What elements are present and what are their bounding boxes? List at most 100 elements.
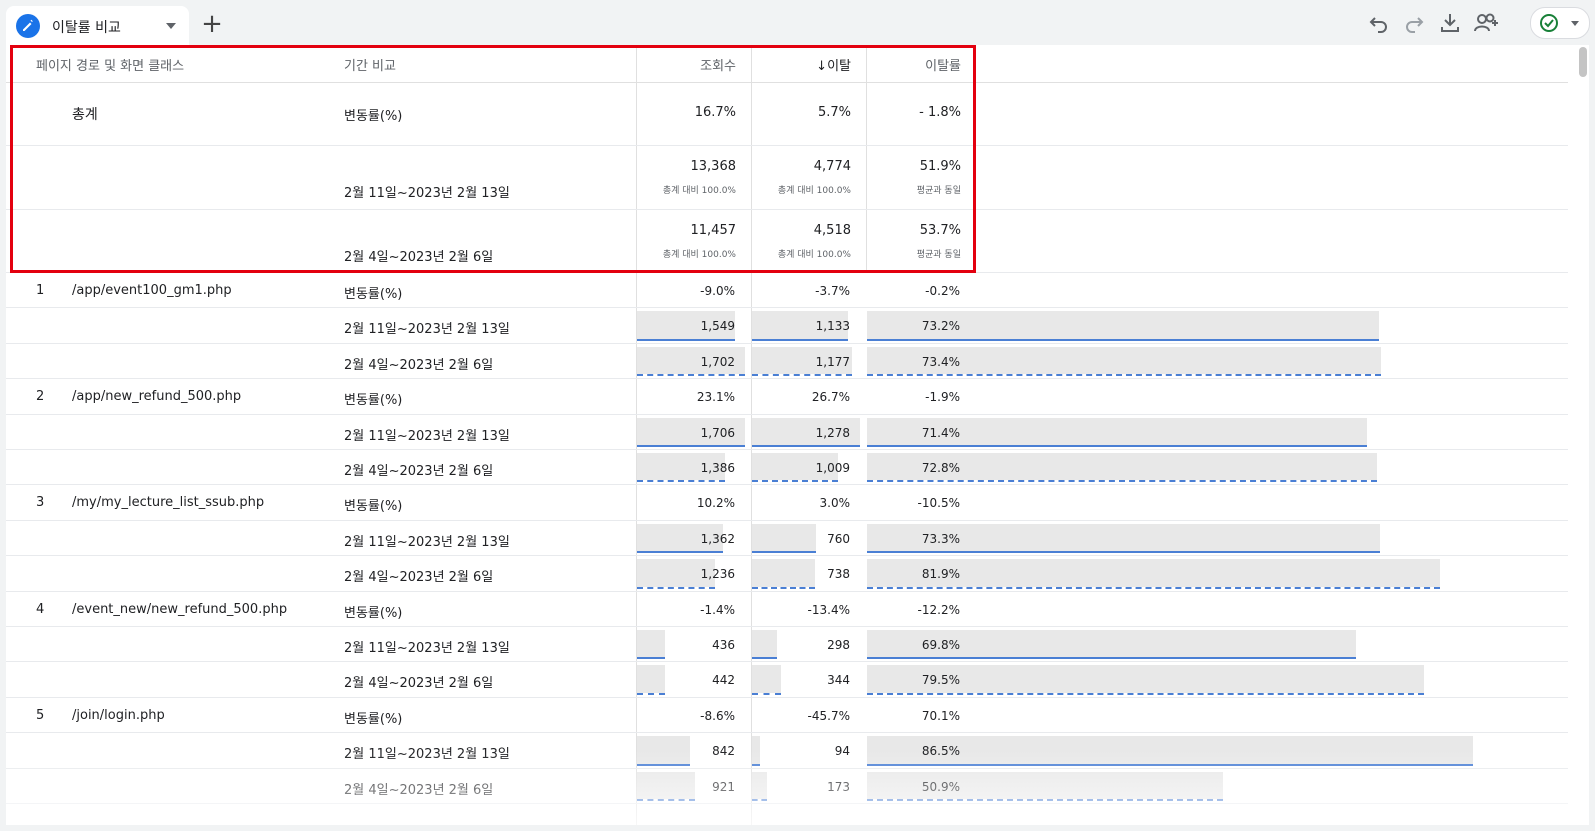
bounce-rate-bar-underline (867, 586, 1441, 589)
table-row: 2월 11일~2023년 2월 13일 842 94 86.5% (6, 733, 1568, 769)
row-index: 5 (36, 707, 45, 723)
bounce-rate-bar-underline (867, 692, 1424, 695)
download-icon[interactable] (1437, 10, 1463, 36)
status-dropdown[interactable] (1530, 7, 1590, 39)
bounces-bar-underline (752, 551, 817, 554)
bounce-rate-bar-underline (867, 480, 1377, 483)
views-bar-underline (637, 763, 691, 766)
totals-bounce-rate: 51.9% (919, 159, 961, 174)
row-index: 3 (36, 495, 45, 511)
bounce-rate-bar-underline (867, 551, 1381, 554)
bounce-rate-value: 50.9% (921, 779, 960, 794)
bounces-value: 1,009 (815, 461, 850, 475)
table-row: 3/my/my_lecture_list_ssub.php 변동률(%) 10.2%… (6, 485, 1568, 521)
bounce-rate-bar-underline (867, 444, 1367, 447)
table-row: 4/event_new/new_refund_500.php 변동률(%) -1.4… (6, 592, 1568, 627)
views-value: -9.0% (700, 284, 735, 298)
header-period[interactable]: 기간 비교 (344, 55, 396, 74)
views-value: -8.6% (700, 708, 735, 723)
bounces-bar-underline (752, 444, 861, 447)
bounces-value: 1,133 (815, 319, 850, 334)
views-bar-underline (637, 374, 746, 377)
period-label: 2월 4일~2023년 2월 6일 (344, 464, 494, 479)
bounces-value: 26.7% (811, 390, 850, 405)
header-bounce-rate[interactable]: 이탈률 (866, 55, 961, 74)
period-label: 변동률(%) (344, 109, 403, 124)
plus-icon[interactable]: + (200, 11, 224, 37)
bounces-value: -45.7% (807, 708, 850, 723)
table-row: 5/join/login.php 변동률(%) -8.6% -45.7% 70.1% (6, 698, 1568, 734)
report-table-panel: 페이지 경로 및 화면 클래스 기간 비교 조회수 ↓이탈 이탈률 총계 변동률… (6, 45, 1589, 825)
totals-views: 13,368 (690, 159, 737, 174)
header-bounces[interactable]: ↓이탈 (751, 55, 851, 74)
period-label: 2월 4일~2023년 2월 6일 (344, 570, 494, 586)
bounces-bar-underline (752, 798, 767, 801)
redo-icon[interactable] (1401, 10, 1427, 36)
bounces-bar-underline (752, 692, 782, 695)
bounces-value: 344 (827, 673, 850, 688)
totals-bounces-share: 총계 대비 100.0% (777, 186, 851, 196)
bounces-value: -3.7% (815, 284, 850, 298)
table-row: 2월 4일~2023년 2월 6일 1,702 1,177 73.4% (6, 344, 1568, 380)
check-circle-icon (1539, 13, 1559, 37)
totals-bounces: 4,518 (813, 223, 851, 238)
bounces-value: 173 (827, 779, 850, 794)
bounce-rate-value: -12.2% (917, 602, 960, 617)
page-path-link[interactable]: /app/new_refund_500.php (72, 389, 241, 404)
totals-current-row: 2월 11일~2023년 2월 13일 13,368 총계 대비 100.0% … (6, 146, 1568, 210)
header-page-path[interactable]: 페이지 경로 및 화면 클래스 (36, 55, 184, 74)
totals-views-share: 총계 대비 100.0% (662, 250, 736, 260)
totals-views-share: 총계 대비 100.0% (662, 186, 736, 196)
views-value: 1,702 (700, 354, 735, 369)
totals-views-change: 16.7% (694, 105, 736, 120)
totals-bounce-rate-note: 평균과 동일 (916, 250, 961, 260)
period-label: 2월 11일~2023년 2월 13일 (344, 428, 510, 444)
views-bar-underline (637, 692, 666, 695)
period-label: 변동률(%) (344, 605, 403, 621)
share-user-icon[interactable] (1472, 10, 1498, 36)
period-label: 2월 11일~2023년 2월 13일 (344, 186, 510, 201)
bounces-value: 738 (827, 567, 850, 582)
views-value: -1.4% (700, 602, 735, 617)
period-label: 2월 4일~2023년 2월 6일 (344, 250, 494, 265)
totals-previous-row: 2월 4일~2023년 2월 6일 11,457 총계 대비 100.0% 4,… (6, 210, 1568, 273)
page-path-link[interactable]: /app/event100_gm1.php (72, 283, 232, 298)
bounces-value: 760 (827, 531, 850, 546)
views-bar-underline (637, 798, 696, 801)
page-path-link[interactable]: /my/my_lecture_list_ssub.php (72, 495, 264, 510)
page-path-link[interactable]: /event_new/new_refund_500.php (72, 602, 287, 617)
tab-title: 이탈률 비교 (52, 20, 121, 36)
totals-bounce-rate-change: - 1.8% (919, 105, 961, 120)
bounce-rate-bar-underline (867, 657, 1356, 660)
bounce-rate-value: 73.4% (921, 354, 960, 369)
totals-bounce-rate-note: 평균과 동일 (916, 186, 961, 196)
views-bar-underline (637, 444, 746, 447)
views-value: 10.2% (696, 496, 735, 511)
views-bar-underline (637, 338, 736, 341)
header-views[interactable]: 조회수 (636, 55, 736, 74)
bounce-rate-bar-underline (867, 338, 1380, 341)
bounce-rate-value: 81.9% (921, 567, 960, 582)
page-path-link[interactable]: /join/login.php (72, 708, 165, 723)
views-value: 436 (712, 638, 735, 652)
bounces-bar-underline (752, 374, 852, 377)
bounces-value: 1,177 (815, 354, 850, 369)
table-row: 1/app/event100_gm1.php 변동률(%) -9.0% -3.7% -0… (6, 273, 1568, 309)
bounces-bar-underline (752, 586, 815, 589)
views-bar-underline (637, 480, 725, 483)
bounce-rate-value: 71.4% (921, 425, 960, 440)
views-value: 842 (712, 744, 735, 759)
bounces-bar-underline (752, 657, 778, 660)
bounces-bar-underline (752, 480, 838, 483)
bounce-rate-value: 73.3% (921, 531, 960, 546)
bounces-bar-underline (752, 338, 848, 341)
views-value: 1,706 (700, 425, 735, 440)
bounce-rate-bar-underline (867, 798, 1224, 801)
report-tab[interactable]: 이탈률 비교 (6, 6, 189, 45)
views-value: 1,386 (700, 461, 735, 475)
undo-icon[interactable] (1366, 10, 1392, 36)
totals-bounces-share: 총계 대비 100.0% (777, 250, 851, 260)
chevron-down-icon[interactable] (166, 23, 176, 29)
table-row: 2/app/new_refund_500.php 변동률(%) 23.1% 26.7%… (6, 379, 1568, 415)
scrollbar[interactable] (1579, 47, 1587, 77)
